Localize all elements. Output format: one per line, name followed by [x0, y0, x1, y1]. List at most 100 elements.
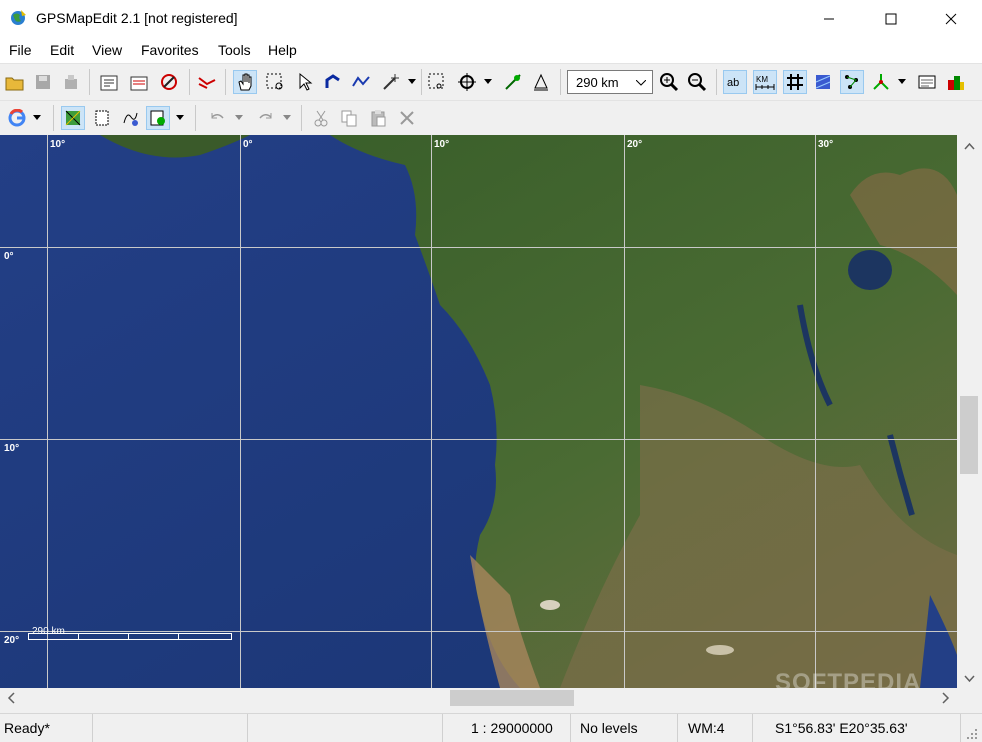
- transform-icon: [161, 74, 177, 90]
- scroll-corner: [957, 688, 982, 708]
- zoom-out-icon: [688, 73, 707, 92]
- cut-button[interactable]: [309, 106, 333, 130]
- grid-label-lon: 10°: [50, 139, 66, 150]
- copy-button[interactable]: [337, 106, 361, 130]
- add-waypoint-button[interactable]: [501, 70, 525, 94]
- show-grid-button[interactable]: [783, 70, 807, 94]
- close-file-button[interactable]: [59, 70, 83, 94]
- undo-dropdown[interactable]: [231, 106, 247, 130]
- arrow-cursor-icon: [299, 72, 313, 91]
- map-properties-button[interactable]: [127, 70, 151, 94]
- zoom-in-button[interactable]: [657, 70, 681, 94]
- status-bar: Ready* 1 : 29000000 No levels WM:4 S1°56…: [0, 713, 982, 742]
- route-icon: [198, 77, 216, 89]
- menu-help[interactable]: Help: [268, 42, 297, 58]
- status-ready: Ready*: [0, 714, 93, 742]
- properties-button[interactable]: [97, 70, 121, 94]
- scroll-right-icon[interactable]: [935, 688, 955, 708]
- menu-tools[interactable]: Tools: [218, 42, 251, 58]
- chevron-down-icon: [484, 79, 492, 84]
- status-coordinates: S1°56.83' E20°35.63': [753, 714, 961, 742]
- mapping-button[interactable]: [61, 106, 85, 130]
- show-nodes-button[interactable]: [840, 70, 864, 94]
- delete-button[interactable]: [395, 106, 419, 130]
- routing-graph-button[interactable]: [869, 70, 893, 94]
- horizontal-scroll-thumb[interactable]: [450, 690, 574, 706]
- show-images-button[interactable]: [811, 70, 835, 94]
- gps-track-button[interactable]: [118, 106, 142, 130]
- google-dropdown[interactable]: [29, 106, 45, 130]
- close-button[interactable]: [928, 0, 974, 38]
- hand-icon: [238, 73, 252, 91]
- open-folder-icon: [5, 77, 24, 91]
- save-button[interactable]: [31, 70, 55, 94]
- close-file-icon: [65, 75, 77, 89]
- svg-text:KM: KM: [756, 75, 768, 84]
- object-types-button[interactable]: [944, 70, 968, 94]
- chevron-down-icon: [898, 79, 906, 84]
- map-layers-icon: [65, 110, 81, 126]
- maximize-button[interactable]: [868, 0, 914, 38]
- menu-file[interactable]: File: [9, 42, 32, 58]
- resize-grip-icon[interactable]: [966, 728, 978, 740]
- node-tools-dropdown[interactable]: [405, 70, 419, 94]
- gps-waypoints-icon: [150, 110, 165, 126]
- vertical-scroll-thumb[interactable]: [960, 396, 978, 474]
- secondary-toolbar: [0, 100, 982, 136]
- grid-label-lat: 0°: [4, 251, 14, 262]
- minimize-button[interactable]: [806, 0, 852, 38]
- scroll-left-icon[interactable]: [2, 688, 22, 708]
- scissors-select-icon: [428, 73, 444, 89]
- layers-icon: [918, 75, 936, 89]
- gps-waypoints-button[interactable]: [146, 106, 170, 130]
- save-icon: [36, 75, 50, 89]
- chevron-down-icon: [176, 115, 184, 120]
- route-button[interactable]: [195, 70, 219, 94]
- scroll-up-icon[interactable]: [957, 137, 982, 157]
- show-scale-button[interactable]: KM: [753, 70, 777, 94]
- trim-button[interactable]: [425, 70, 449, 94]
- status-scale: 1 : 29000000: [443, 714, 571, 742]
- show-labels-button[interactable]: ab: [723, 70, 747, 94]
- gps-dropdown[interactable]: [172, 106, 188, 130]
- layers-button[interactable]: [915, 70, 939, 94]
- pan-tool-button[interactable]: [233, 70, 257, 94]
- scroll-down-icon[interactable]: [957, 668, 982, 688]
- zoom-rectangle-icon: [266, 73, 283, 90]
- move-button[interactable]: [455, 70, 479, 94]
- blank-map-button[interactable]: [90, 106, 114, 130]
- google-icon: [8, 109, 26, 127]
- routing-dropdown[interactable]: [895, 70, 909, 94]
- menu-edit[interactable]: Edit: [50, 42, 74, 58]
- redo-button[interactable]: [254, 106, 278, 130]
- image-layer-icon: [815, 75, 831, 89]
- paste-button[interactable]: [366, 106, 390, 130]
- vertical-scrollbar[interactable]: [957, 135, 982, 688]
- move-dropdown[interactable]: [481, 70, 495, 94]
- move-cross-icon: [458, 73, 476, 91]
- label-tool-icon: [534, 73, 548, 91]
- google-maps-button[interactable]: [5, 106, 29, 130]
- redo-dropdown[interactable]: [279, 106, 295, 130]
- map-view[interactable]: 10° 0° 10° 20° 30° 0° 10° 20° 290 km SOF…: [0, 135, 957, 688]
- menu-view[interactable]: View: [92, 42, 122, 58]
- app-globe-icon: [11, 10, 26, 25]
- open-button[interactable]: [3, 70, 27, 94]
- zoom-scale-select[interactable]: 290 km: [567, 70, 653, 94]
- zoom-out-button[interactable]: [685, 70, 709, 94]
- properties-icon: [100, 75, 118, 91]
- add-label-button[interactable]: [529, 70, 553, 94]
- select-button[interactable]: [293, 70, 317, 94]
- undo-button[interactable]: [205, 106, 229, 130]
- watermark: SOFTPEDIA: [775, 669, 922, 688]
- zoom-rect-button[interactable]: [263, 70, 287, 94]
- edit-nodes-button[interactable]: [321, 70, 345, 94]
- paste-icon: [371, 110, 386, 127]
- node-tools-button[interactable]: [379, 70, 403, 94]
- menu-favorites[interactable]: Favorites: [141, 42, 199, 58]
- horizontal-scrollbar[interactable]: [0, 688, 957, 708]
- transform-button[interactable]: [157, 70, 181, 94]
- scale-bar: 290 km: [28, 626, 233, 641]
- polyline-button[interactable]: [349, 70, 373, 94]
- edit-nodes-icon: [325, 74, 340, 88]
